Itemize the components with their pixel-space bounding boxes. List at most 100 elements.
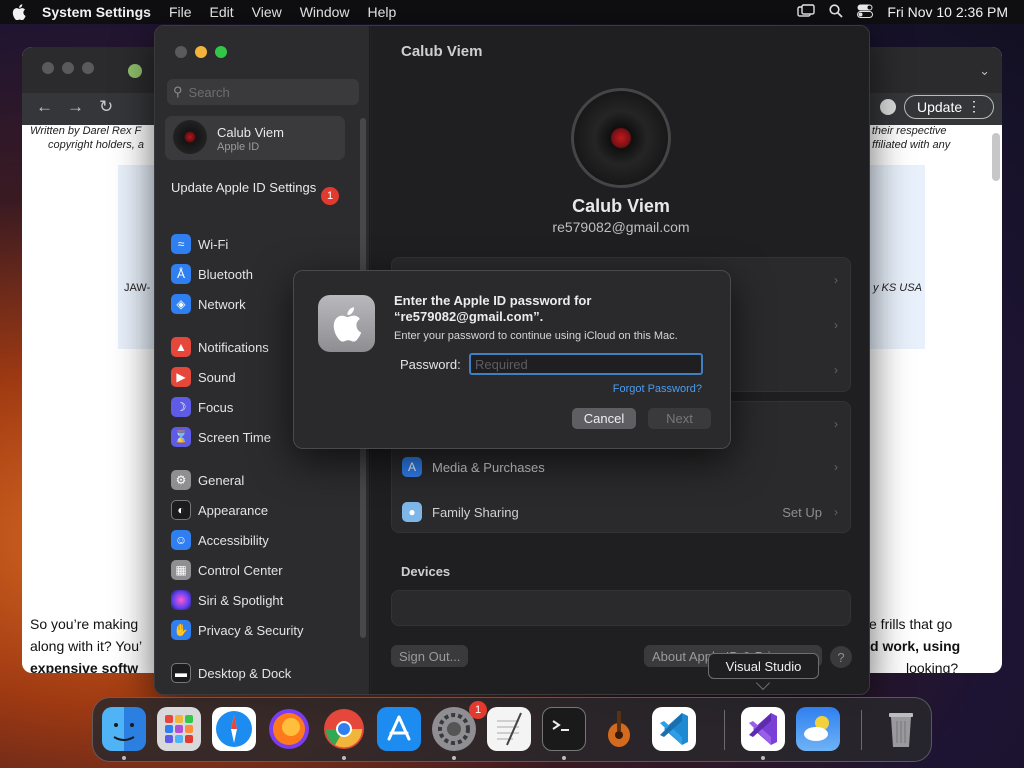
account-subtitle: Apple ID — [217, 141, 260, 153]
sidebar-item-label: Screen Time — [198, 429, 271, 445]
tab-favicon-icon — [128, 64, 142, 78]
settings-search-field[interactable]: ⚲ Search — [167, 79, 359, 105]
sidebar-item-bluetooth[interactable]: Å Bluetooth — [171, 262, 253, 286]
launchpad-icon[interactable] — [157, 707, 201, 751]
hourglass-icon: ⌛ — [171, 427, 191, 447]
doc-credit-line: Written by Darel Rex F — [30, 125, 142, 137]
menu-edit[interactable]: Edit — [201, 4, 243, 20]
back-arrow-icon[interactable]: ← — [36, 97, 53, 117]
cancel-button[interactable]: Cancel — [572, 408, 636, 429]
avatar — [173, 120, 207, 154]
zoom-window-icon[interactable] — [82, 62, 94, 74]
profile-avatar-icon[interactable] — [880, 99, 896, 115]
article-text: looking? — [906, 660, 959, 673]
sidebar-item-wifi[interactable]: ≈ Wi-Fi — [171, 232, 228, 256]
profile-email: re579082@gmail.com — [552, 219, 690, 235]
sidebar-item-apple-id[interactable]: Calub Viem Apple ID — [165, 116, 345, 160]
sidebar-item-focus[interactable]: ☽ Focus — [171, 395, 233, 419]
page-scrollbar[interactable] — [992, 133, 1000, 181]
sidebar-item-update-apple-id[interactable]: Update Apple ID Settings — [171, 180, 331, 196]
visual-studio-icon[interactable] — [741, 707, 785, 751]
zoom-window-icon[interactable] — [215, 46, 227, 58]
trash-icon[interactable] — [879, 707, 923, 751]
safari-icon[interactable] — [212, 707, 256, 751]
sidebar-item-sound[interactable]: ▶ Sound — [171, 365, 236, 389]
account-name: Calub Viem — [217, 125, 284, 140]
menu-help[interactable]: Help — [359, 4, 406, 20]
minimize-window-icon[interactable] — [195, 46, 207, 58]
speaker-icon: ▶ — [171, 367, 191, 387]
menu-clock[interactable]: Fri Nov 10 2:36 PM — [887, 4, 1008, 20]
family-sharing-row[interactable]: ● Family Sharing Set Up › — [392, 490, 850, 534]
media-purchases-row[interactable]: A Media & Purchases › — [392, 445, 850, 489]
textedit-icon[interactable] — [487, 707, 531, 751]
browser-update-button[interactable]: Update ⋮ — [904, 95, 994, 119]
forward-arrow-icon[interactable]: → — [67, 97, 84, 117]
devices-group — [391, 590, 851, 626]
sidebar-item-siri-spotlight[interactable]: Siri & Spotlight — [171, 588, 283, 612]
article-text: e frills that go — [869, 616, 953, 632]
sidebar-item-label: Focus — [198, 399, 234, 415]
sidebar-item-desktop-dock[interactable]: ▬ Desktop & Dock — [171, 661, 291, 685]
garageband-icon[interactable] — [597, 707, 641, 751]
app-store-icon[interactable] — [377, 707, 421, 751]
siri-icon — [171, 590, 191, 610]
terminal-icon[interactable] — [542, 707, 586, 751]
family-icon: ● — [402, 502, 422, 522]
spotlight-search-icon[interactable] — [829, 3, 844, 21]
sidebar-item-accessibility[interactable]: ☺ Accessibility — [171, 528, 269, 552]
more-menu-icon[interactable]: ⋮ — [967, 98, 981, 115]
article-text: expensive softw — [30, 660, 139, 673]
forgot-password-link[interactable]: Forgot Password? — [613, 383, 702, 395]
doc-credit-line: copyright holders, a — [48, 139, 144, 151]
apple-menu-icon[interactable] — [0, 4, 38, 20]
dock-separator — [861, 710, 862, 750]
tab-list-chevron-icon[interactable]: ⌄ — [979, 63, 990, 79]
menu-view[interactable]: View — [243, 4, 291, 20]
profile-avatar[interactable] — [571, 88, 671, 188]
sidebar-item-control-center[interactable]: ▦ Control Center — [171, 558, 283, 582]
sidebar-item-label: Siri & Spotlight — [198, 592, 284, 608]
apple-logo-icon — [318, 295, 375, 352]
sign-out-button[interactable]: Sign Out... — [391, 645, 469, 667]
control-center-icon[interactable] — [857, 4, 874, 21]
sidebar-item-network[interactable]: ◈ Network — [171, 292, 246, 316]
bell-icon: ▲ — [171, 337, 191, 357]
sidebar-item-label: Wi-Fi — [198, 236, 229, 252]
running-indicator — [761, 756, 765, 760]
reload-icon[interactable]: ↻ — [99, 97, 113, 117]
dialog-title: Enter the Apple ID password for “re57908… — [394, 293, 714, 325]
globe-icon: ◈ — [171, 294, 191, 314]
menu-file[interactable]: File — [160, 4, 201, 20]
password-label: Password: — [400, 357, 461, 372]
running-indicator — [342, 756, 346, 760]
password-field[interactable] — [469, 353, 703, 375]
firefox-icon[interactable] — [267, 707, 311, 751]
sidebar-item-privacy-security[interactable]: ✋ Privacy & Security — [171, 618, 303, 642]
sidebar-item-label: Privacy & Security — [198, 622, 304, 638]
screen-mirroring-icon[interactable] — [797, 3, 816, 21]
weather-icon[interactable] — [796, 707, 840, 751]
visual-studio-code-icon[interactable] — [652, 707, 696, 751]
apple-id-password-dialog: Enter the Apple ID password for “re57908… — [293, 270, 731, 449]
chrome-icon[interactable] — [322, 707, 366, 751]
sidebar-item-notifications[interactable]: ▲ Notifications — [171, 335, 269, 359]
row-value: Set Up — [782, 504, 822, 520]
minimize-window-icon[interactable] — [62, 62, 74, 74]
help-button[interactable]: ? — [830, 646, 852, 668]
sidebar-item-appearance[interactable]: ◐ Appearance — [171, 498, 268, 522]
sidebar-item-screen-time[interactable]: ⌛ Screen Time — [171, 425, 271, 449]
next-button[interactable]: Next — [648, 408, 711, 429]
dialog-title-line: “re579082@gmail.com”. — [394, 309, 544, 324]
menu-app-name[interactable]: System Settings — [38, 4, 160, 20]
menu-window[interactable]: Window — [291, 4, 359, 20]
sidebar-item-general[interactable]: ⚙ General — [171, 468, 244, 492]
page-title: Calub Viem — [401, 43, 483, 60]
bluetooth-icon: Å — [171, 264, 191, 284]
notification-badge: 1 — [321, 187, 339, 205]
close-window-icon[interactable] — [42, 62, 54, 74]
close-window-icon[interactable] — [175, 46, 187, 58]
dock: 1 — [92, 697, 932, 762]
finder-icon[interactable] — [102, 707, 146, 751]
gear-icon: ⚙ — [171, 470, 191, 490]
